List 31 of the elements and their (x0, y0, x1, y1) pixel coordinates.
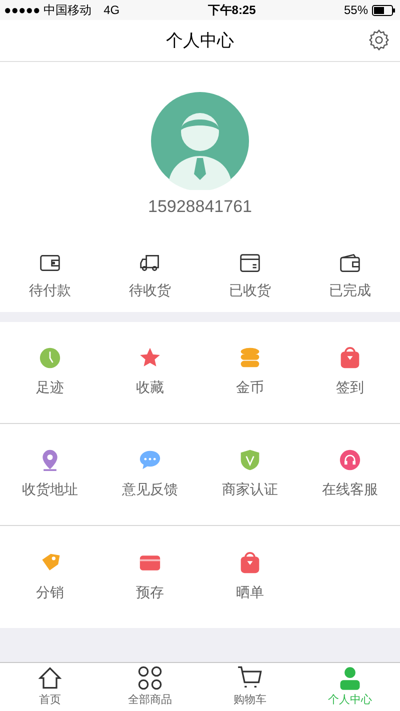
carrier-text: ●●●●● 中国移动 (4, 2, 92, 19)
service-button[interactable]: 意见反馈 (100, 424, 200, 525)
time-text: 下午8:25 (206, 2, 257, 19)
service-button[interactable]: 分销 (0, 526, 100, 628)
service-button[interactable]: 商家认证 (200, 424, 300, 525)
tab-bar-item[interactable]: 首页 (0, 663, 100, 711)
service-button[interactable]: 在线客服 (300, 424, 400, 525)
settings-icon[interactable] (368, 29, 390, 51)
service-button[interactable]: 晒单 (200, 526, 300, 628)
tab-bar-item[interactable]: 全部商品 (100, 663, 200, 711)
grid-icon (137, 665, 163, 692)
order-status-button[interactable]: 已收货 (200, 240, 300, 312)
service-button[interactable]: 收藏 (100, 322, 200, 423)
home-icon (37, 665, 63, 692)
network-text: 4G (104, 2, 120, 19)
order-status-button[interactable]: 待收货 (100, 240, 200, 312)
service-button[interactable]: 金币 (200, 322, 300, 423)
battery-percent: 55% (344, 2, 368, 19)
service-button[interactable]: 足迹 (0, 322, 100, 423)
box-icon (239, 252, 261, 274)
wallet-icon (339, 252, 361, 274)
order-status-button[interactable]: 待付款 (0, 240, 100, 312)
order-status-button[interactable]: 已完成 (300, 240, 400, 312)
page-title: 个人中心 (166, 30, 234, 52)
phone-number: 15928841761 (148, 196, 252, 218)
service-button[interactable]: 预存 (100, 526, 200, 628)
tab-bar-item[interactable]: 购物车 (200, 663, 300, 711)
battery-icon (372, 4, 396, 16)
service-button[interactable]: 签到 (300, 322, 400, 423)
avatar-icon (151, 92, 249, 190)
service-button[interactable]: 收货地址 (0, 424, 100, 525)
